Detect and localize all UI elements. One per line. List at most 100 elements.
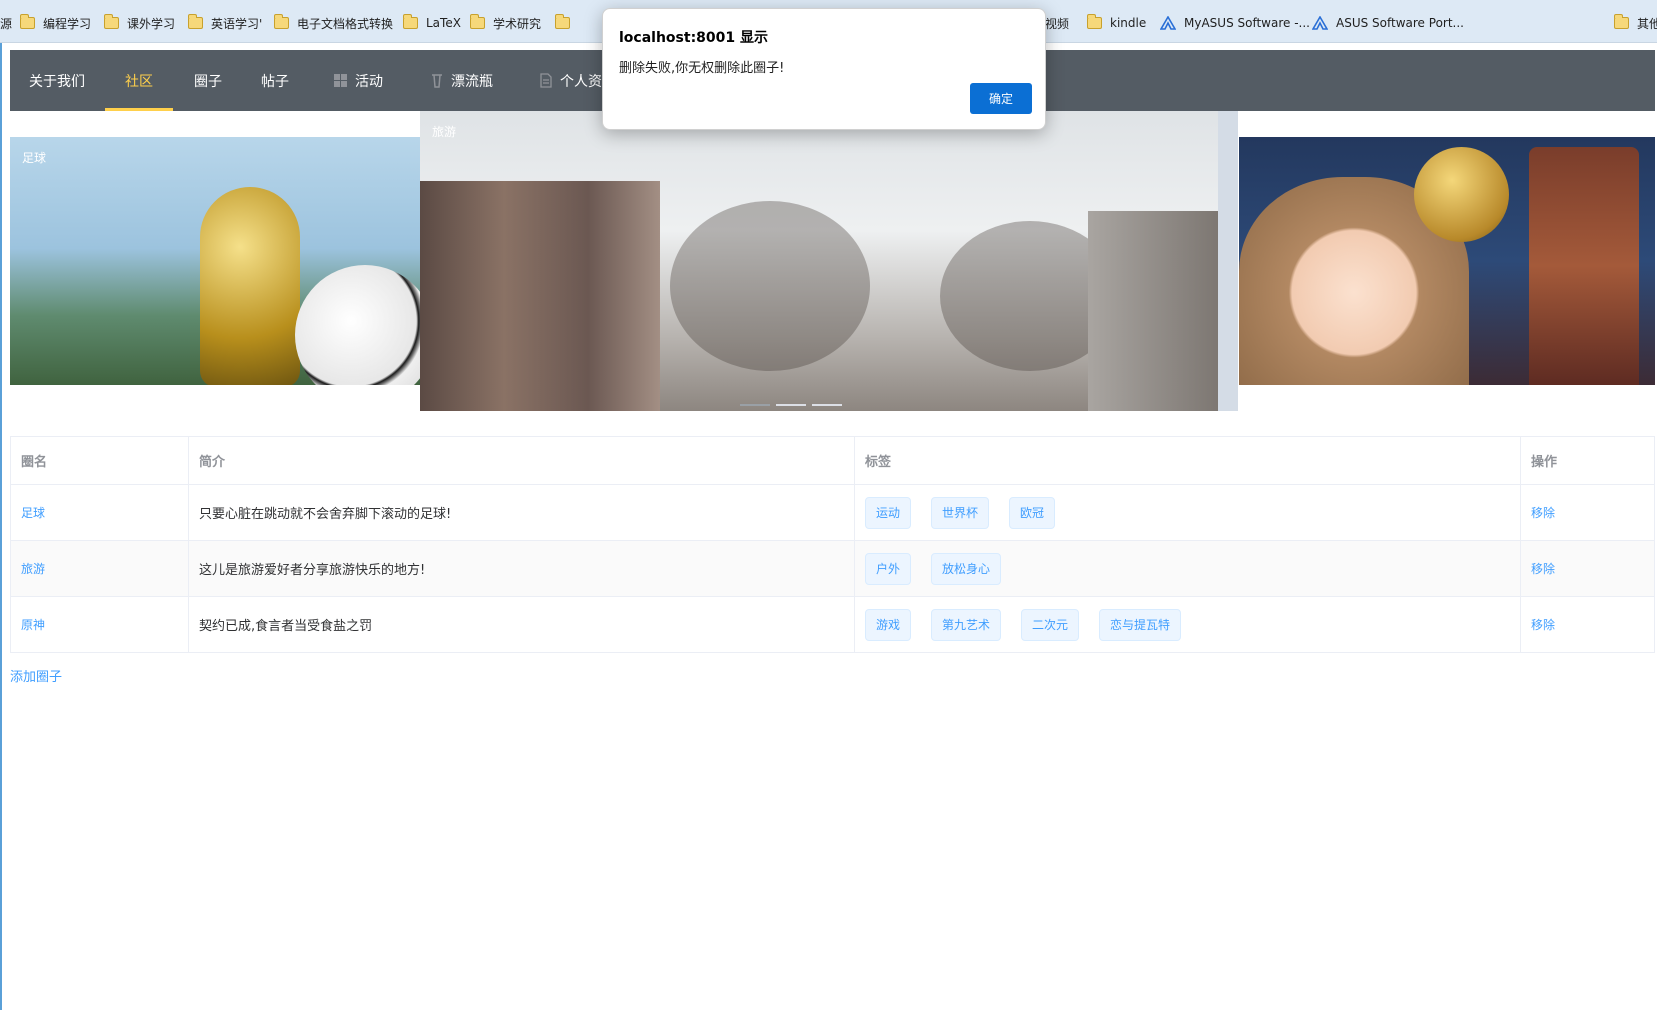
carousel-card-label: 旅游 [432,125,457,139]
bookmark-label: 课外学习 [127,16,176,31]
remove-button[interactable]: 移除 [1531,504,1555,521]
carousel-card-travel[interactable]: 旅游 [420,111,1238,411]
nav-item-about[interactable]: 关于我们 [29,50,85,111]
bookmark-item[interactable]: 源 [0,14,12,32]
nav-label: 活动 [355,73,383,90]
folder-icon [1613,14,1629,29]
bookmark-item[interactable]: LaTeX [402,14,461,32]
tree-shape [670,201,870,371]
carousel-card-football[interactable]: 足球 [10,137,420,385]
folder-icon [554,14,570,29]
city-street-image [420,111,1218,411]
bookmark-label: 英语学习' [211,16,263,31]
tag: 恋与提瓦特 [1099,608,1182,641]
building-image [420,181,660,411]
trophy-image [200,187,300,385]
nav-label: 漂流瓶 [451,73,493,90]
bookmark-label: MyASUS Software -... [1184,16,1310,30]
column-header: 操作 [1531,455,1558,470]
tag: 世界杯 [931,496,990,529]
bell-image [1414,147,1509,242]
circles-table: 圈名 简介 标签 操作 足球 只要心脏在跳动就不会舍弃脚下滚动的足球! 运动 世… [10,436,1655,653]
column-header: 标签 [855,437,1521,484]
trash-bin-icon [432,74,442,88]
bookmark-item[interactable]: kindle [1086,14,1146,32]
remove-button[interactable]: 移除 [1531,616,1555,633]
name-cell: 足球 [11,485,189,540]
action-cell: 移除 [1521,597,1654,652]
document-icon [540,73,552,88]
intro-cell: 只要心脏在跳动就不会舍弃脚下滚动的足球! [189,485,855,540]
add-circle-link[interactable]: 添加圈子 [10,666,62,685]
bookmark-item[interactable]: 编程学习 [19,14,91,32]
tag: 第九艺术 [931,608,1002,641]
folder-icon [19,14,35,29]
bookmark-label: 其他 [1637,16,1657,31]
bookmark-item[interactable]: 学术研究 [469,14,542,32]
nav-item-posts[interactable]: 帖子 [261,50,289,111]
ok-button[interactable]: 确定 [970,83,1032,114]
tag: 二次元 [1021,608,1080,641]
nav-item-activities[interactable]: 活动 [334,50,383,111]
tag: 欧冠 [1009,496,1056,529]
tag: 游戏 [865,608,912,641]
tag: 运动 [865,496,912,529]
grid-icon [334,74,347,87]
football-image [295,265,420,385]
nav-item-profile[interactable]: 个人资 [540,50,602,111]
bookmark-label: ASUS Software Port... [1336,16,1464,30]
bookmark-item[interactable]: MyASUS Software -... [1160,14,1310,32]
column-header: 圈名 [11,437,189,484]
folder-icon [402,14,418,29]
circle-name-link[interactable]: 足球 [21,504,45,521]
window-edge [0,43,2,1010]
bookmark-item[interactable] [554,14,578,32]
folder-icon [273,14,289,29]
bookmark-label: 源 [0,16,13,31]
nav-item-circles[interactable]: 圈子 [194,50,222,111]
bookmark-item[interactable]: 电子文档格式转换 [273,14,394,32]
tags-cell: 游戏 第九艺术 二次元 恋与提瓦特 [855,597,1521,652]
tag: 放松身心 [931,552,1002,585]
action-cell: 移除 [1521,541,1654,596]
dialog-message: 删除失败,你无权删除此圈子! [619,61,785,76]
alert-dialog: localhost:8001 显示 删除失败,你无权删除此圈子! 确定 [602,8,1046,130]
folder-icon [187,14,203,29]
carousel-card-label: 足球 [22,151,47,165]
folder-icon [103,14,119,29]
folder-icon [1086,14,1102,29]
nav-label: 个人资 [560,73,602,90]
carousel-indicator[interactable] [776,404,806,406]
asus-icon [1160,16,1176,30]
asus-icon [1312,16,1328,30]
action-cell: 移除 [1521,485,1654,540]
bookmark-item[interactable]: 视频 [1045,14,1069,32]
bookmark-label: 电子文档格式转换 [297,16,394,31]
table-row: 原神 契约已成,食言者当受食盐之罚 游戏 第九艺术 二次元 恋与提瓦特 移除 [11,597,1654,653]
nav-label: 关于我们 [29,73,85,90]
table-header-row: 圈名 简介 标签 操作 [11,437,1654,485]
carousel-indicators [740,404,842,406]
carousel-card-genshin[interactable] [1239,137,1655,385]
nav-item-community[interactable]: 社区 [125,50,153,111]
circle-name-link[interactable]: 旅游 [21,560,45,577]
circle-name-link[interactable]: 原神 [21,616,45,633]
dialog-title: localhost:8001 显示 [619,30,769,46]
nav-item-drift-bottle[interactable]: 漂流瓶 [431,50,493,111]
bookmark-item[interactable]: 英语学习' [187,14,263,32]
bookmark-item[interactable]: ASUS Software Port... [1312,14,1464,32]
carousel-indicator[interactable] [740,404,770,406]
carousel-indicator[interactable] [812,404,842,406]
bookmark-label: 视频 [1045,16,1070,31]
column-header: 简介 [189,437,855,484]
name-cell: 旅游 [11,541,189,596]
bookmark-item[interactable]: 其他 [1613,14,1657,32]
nav-label: 社区 [125,73,153,90]
bookmark-item[interactable]: 课外学习 [103,14,176,32]
remove-button[interactable]: 移除 [1531,560,1555,577]
pagoda-image [1529,147,1639,385]
tag: 户外 [865,552,912,585]
table-row: 足球 只要心脏在跳动就不会舍弃脚下滚动的足球! 运动 世界杯 欧冠 移除 [11,485,1654,541]
building-image [1088,211,1218,411]
bookmark-label: 学术研究 [493,16,542,31]
